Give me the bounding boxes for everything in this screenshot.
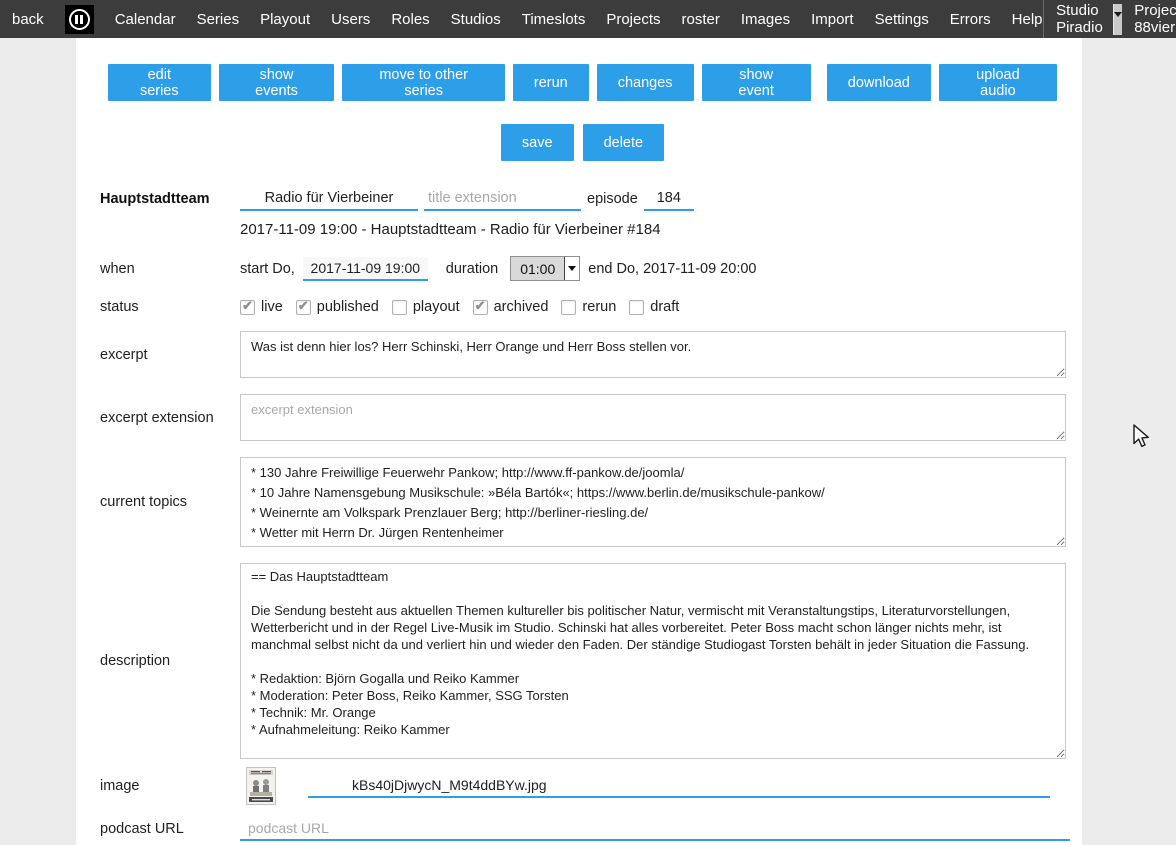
- checkbox-label: playout: [413, 299, 460, 315]
- image-row: image: [76, 767, 1082, 805]
- current-topics-textarea[interactable]: * 130 Jahre Freiwillige Feuerwehr Pankow…: [240, 457, 1066, 547]
- checkbox-box[interactable]: [392, 300, 407, 315]
- nav-item-timeslots[interactable]: Timeslots: [522, 11, 586, 28]
- changes-button[interactable]: changes: [597, 64, 694, 101]
- image-filename-input[interactable]: [308, 774, 1050, 798]
- nav-item-calendar[interactable]: Calendar: [115, 11, 176, 28]
- nav-item-roles[interactable]: Roles: [391, 11, 429, 28]
- end-label: end Do, 2017-11-09 20:00: [588, 261, 756, 277]
- checkbox-rerun[interactable]: rerun: [561, 299, 616, 315]
- checkbox-published[interactable]: published: [296, 299, 379, 315]
- excerpt-textarea[interactable]: Was ist denn hier los? Herr Schinski, He…: [240, 331, 1066, 378]
- toolbar-row-1: edit series show events move to other se…: [76, 64, 1082, 101]
- content-card: edit series show events move to other se…: [76, 38, 1082, 845]
- rerun-button[interactable]: rerun: [513, 64, 589, 101]
- checkbox-box[interactable]: [561, 300, 576, 315]
- image-label: image: [100, 778, 240, 794]
- podcast-url-input[interactable]: [240, 817, 1070, 841]
- episode-image-thumbnail[interactable]: [246, 767, 276, 805]
- when-row: when start Do, duration 01:00 end Do, 20…: [76, 256, 1082, 281]
- when-label: when: [100, 261, 240, 277]
- podcast-url-row: podcast URL: [76, 817, 1082, 841]
- checkbox-label: archived: [494, 299, 549, 315]
- status-label: status: [100, 299, 240, 315]
- excerpt-row: excerpt Was ist denn hier los? Herr Schi…: [76, 331, 1082, 378]
- start-datetime-input[interactable]: [303, 257, 428, 281]
- nav-item-projects[interactable]: Projects: [606, 11, 660, 28]
- excerpt-extension-row: excerpt extension: [76, 394, 1082, 441]
- delete-button[interactable]: delete: [583, 124, 665, 161]
- excerpt-extension-textarea[interactable]: [240, 394, 1066, 441]
- nav-item-settings[interactable]: Settings: [875, 11, 929, 28]
- project-select[interactable]: Project 88vier: [1134, 2, 1176, 36]
- toolbar-row-2: save delete: [76, 124, 1082, 161]
- nav-item-users[interactable]: Users: [331, 11, 370, 28]
- back-button[interactable]: back: [12, 11, 44, 28]
- checkbox-box[interactable]: [296, 300, 311, 315]
- status-row: status live published playout archived: [76, 299, 1082, 315]
- nav-item-import[interactable]: Import: [811, 11, 854, 28]
- nav-item-playout[interactable]: Playout: [260, 11, 310, 28]
- computed-title: 2017-11-09 19:00 - Hauptstadtteam - Radi…: [240, 221, 661, 238]
- nav-item-roster[interactable]: roster: [682, 11, 720, 28]
- checkbox-label: live: [261, 299, 283, 315]
- current-topics-row: current topics * 130 Jahre Freiwillige F…: [76, 457, 1082, 547]
- nav-separator: [1043, 0, 1044, 38]
- checkbox-label: published: [317, 299, 379, 315]
- checkbox-playout[interactable]: playout: [392, 299, 460, 315]
- title-input[interactable]: [240, 187, 418, 211]
- title-row: Hauptstadtteam episode: [76, 187, 1082, 211]
- project-select-value: Project 88vier: [1134, 2, 1176, 36]
- duration-select-value: 01:00: [511, 257, 564, 280]
- nav-item-errors[interactable]: Errors: [950, 11, 991, 28]
- episode-label: episode: [587, 191, 638, 207]
- description-textarea[interactable]: == Das Hauptstadtteam Die Sendung besteh…: [240, 563, 1066, 759]
- nav-right: Studio Piradio Project 88vier Logout mil…: [1043, 0, 1176, 38]
- move-to-other-series-button[interactable]: move to other series: [342, 64, 504, 101]
- nav-item-images[interactable]: Images: [741, 11, 790, 28]
- save-button[interactable]: save: [501, 124, 574, 161]
- description-row: description == Das Hauptstadtteam Die Se…: [76, 563, 1082, 759]
- nav-item-help[interactable]: Help: [1012, 11, 1043, 28]
- episode-input[interactable]: [644, 187, 694, 211]
- checkbox-label: rerun: [582, 299, 616, 315]
- page: back Calendar Series Playout Users Roles…: [0, 0, 1176, 845]
- studio-select-value: Studio Piradio: [1056, 2, 1108, 36]
- title-extension-input[interactable]: [424, 187, 581, 211]
- chevron-down-icon: [564, 257, 579, 280]
- checkbox-label: draft: [650, 299, 679, 315]
- checkbox-draft[interactable]: draft: [629, 299, 679, 315]
- description-label: description: [100, 653, 240, 669]
- show-event-button[interactable]: show event: [702, 64, 811, 101]
- duration-select[interactable]: 01:00: [510, 256, 580, 281]
- upload-audio-button[interactable]: upload audio: [939, 64, 1057, 101]
- excerpt-label: excerpt: [100, 347, 240, 363]
- current-topics-label: current topics: [100, 494, 240, 510]
- computed-title-row: 2017-11-09 19:00 - Hauptstadtteam - Radi…: [76, 221, 1082, 238]
- nav-item-series[interactable]: Series: [197, 11, 240, 28]
- checkbox-box[interactable]: [629, 300, 644, 315]
- nav-item-studios[interactable]: Studios: [451, 11, 501, 28]
- top-nav: back Calendar Series Playout Users Roles…: [0, 0, 1176, 38]
- series-name-label: Hauptstadtteam: [100, 191, 240, 207]
- checkbox-archived[interactable]: archived: [473, 299, 549, 315]
- mouse-cursor: [1130, 424, 1152, 455]
- duration-label: duration: [446, 261, 498, 277]
- checkbox-box[interactable]: [473, 300, 488, 315]
- nav-left: back Calendar Series Playout Users Roles…: [12, 5, 1043, 34]
- show-events-button[interactable]: show events: [219, 64, 335, 101]
- pause-icon: [69, 9, 90, 30]
- piradio-logo-icon[interactable]: [65, 5, 94, 34]
- start-label: start Do,: [240, 261, 295, 277]
- checkbox-box[interactable]: [240, 300, 255, 315]
- checkbox-live[interactable]: live: [240, 299, 283, 315]
- download-button[interactable]: download: [827, 64, 931, 101]
- chevron-down-icon[interactable]: [1113, 4, 1122, 35]
- podcast-url-label: podcast URL: [100, 821, 240, 837]
- edit-series-button[interactable]: edit series: [108, 64, 211, 101]
- excerpt-extension-label: excerpt extension: [100, 410, 240, 426]
- studio-select[interactable]: Studio Piradio: [1056, 2, 1122, 36]
